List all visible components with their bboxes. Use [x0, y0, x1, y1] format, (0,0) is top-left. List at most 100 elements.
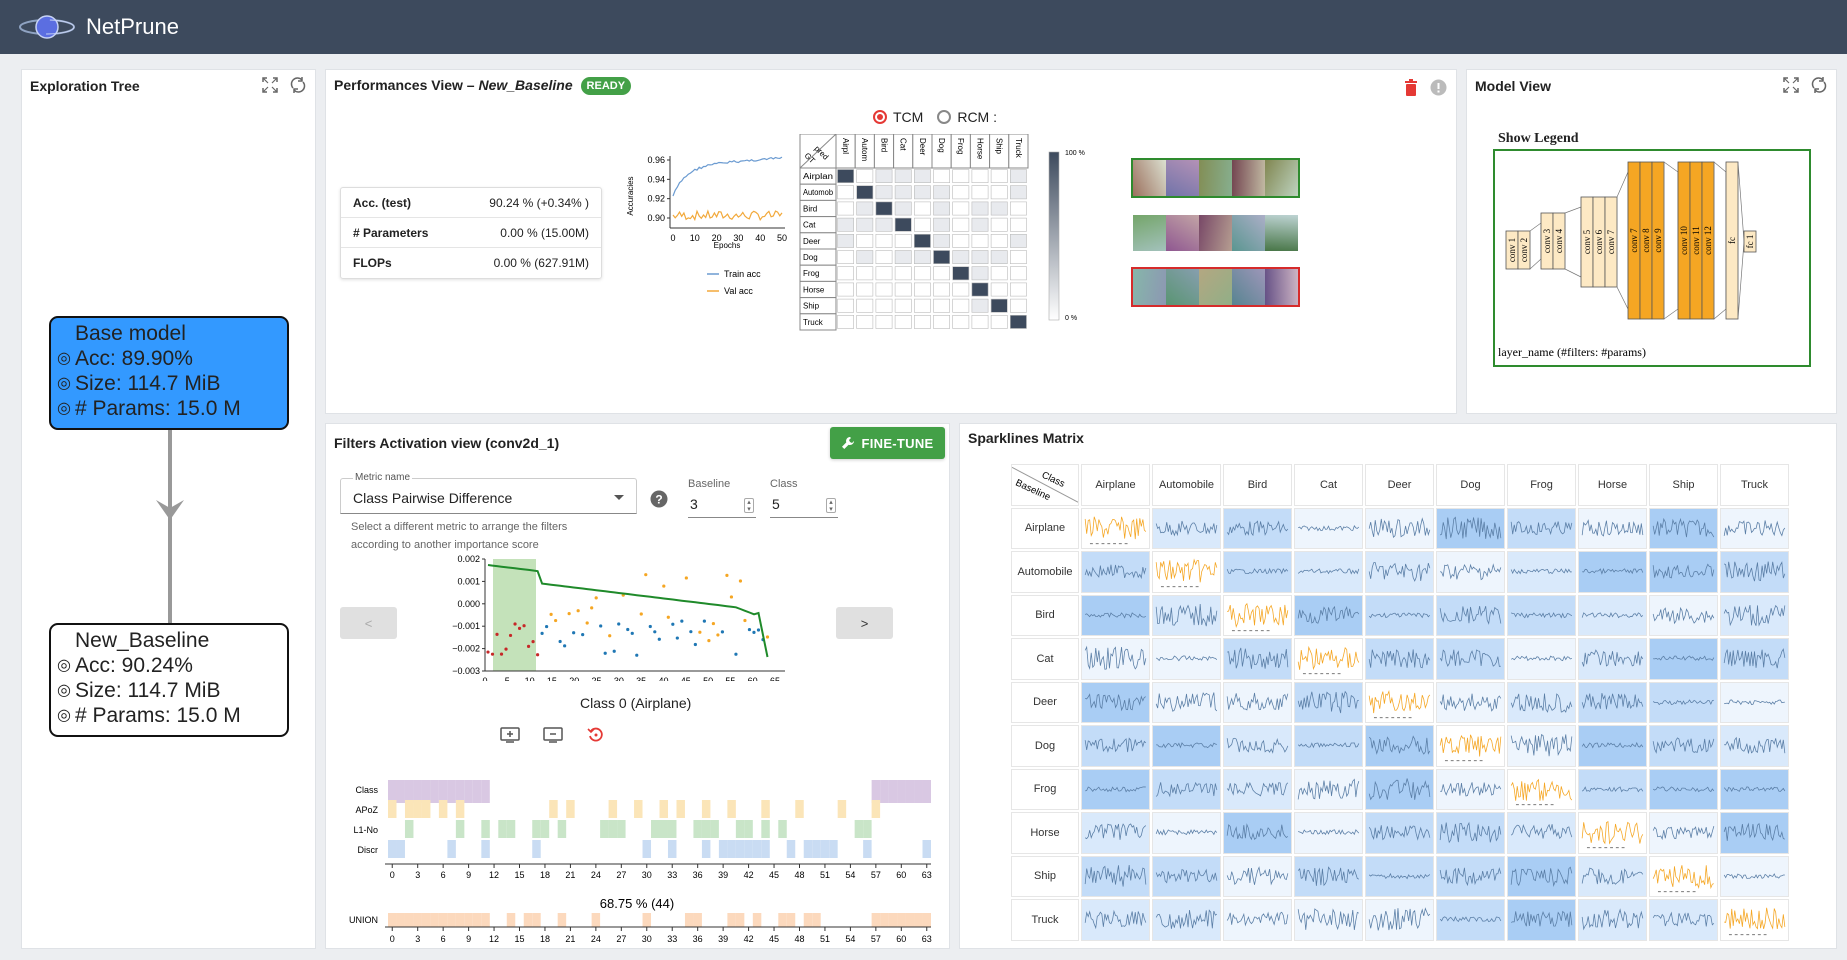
sparkline-cell[interactable] [1436, 899, 1505, 941]
sparkline-cell[interactable] [1152, 725, 1221, 767]
sample-image[interactable] [1265, 269, 1298, 305]
sparkline-cell[interactable] [1578, 899, 1647, 941]
sparkline-cell[interactable] [1294, 638, 1363, 680]
sparkline-cell[interactable] [1507, 725, 1576, 767]
sparkline-cell[interactable] [1152, 855, 1221, 897]
sparkline-cell[interactable] [1436, 725, 1505, 767]
sparkline-cell[interactable] [1649, 507, 1718, 549]
sparkline-cell[interactable] [1152, 507, 1221, 549]
sparkline-cell[interactable] [1081, 638, 1150, 680]
sparkline-cell[interactable] [1578, 551, 1647, 593]
thumbnail-strip[interactable] [1131, 267, 1300, 307]
sparkline-cell[interactable] [1649, 551, 1718, 593]
sample-image[interactable] [1265, 215, 1298, 251]
sparkline-cell[interactable] [1649, 681, 1718, 723]
sparkline-cell[interactable] [1294, 855, 1363, 897]
prev-button[interactable]: < [340, 607, 397, 639]
zoom-out-icon[interactable] [543, 726, 563, 744]
sparkline-cell[interactable] [1294, 507, 1363, 549]
sparkline-cell[interactable] [1578, 855, 1647, 897]
sparkline-cell[interactable] [1152, 638, 1221, 680]
thumbnail-strip[interactable] [1131, 213, 1300, 253]
sample-image[interactable] [1199, 269, 1232, 305]
sparkline-cell[interactable] [1436, 507, 1505, 549]
sparkline-cell[interactable] [1436, 681, 1505, 723]
sparkline-cell[interactable] [1649, 812, 1718, 854]
sparkline-cell[interactable] [1720, 899, 1789, 941]
sparkline-cell[interactable] [1649, 594, 1718, 636]
next-button[interactable]: > [836, 607, 893, 639]
sparkline-cell[interactable] [1081, 681, 1150, 723]
sample-image[interactable] [1265, 160, 1298, 196]
sparkline-cell[interactable] [1223, 681, 1292, 723]
radio-tcm-indicator[interactable] [873, 110, 887, 124]
sparkline-cell[interactable] [1436, 855, 1505, 897]
sparkline-cell[interactable] [1649, 768, 1718, 810]
sparkline-cell[interactable] [1436, 551, 1505, 593]
sample-image[interactable] [1232, 215, 1265, 251]
fine-tune-button[interactable]: FINE-TUNE [830, 427, 945, 459]
sparkline-cell[interactable] [1223, 507, 1292, 549]
sparkline-cell[interactable] [1507, 768, 1576, 810]
sparkline-cell[interactable] [1578, 725, 1647, 767]
sparkline-cell[interactable] [1081, 507, 1150, 549]
sparkline-cell[interactable] [1294, 768, 1363, 810]
spinner-icon[interactable]: ▴ ▾ [826, 498, 836, 513]
radio-rcm-indicator[interactable] [937, 110, 952, 124]
show-legend-toggle[interactable]: Show Legend [1498, 131, 1579, 147]
thumbnail-strip[interactable] [1131, 158, 1300, 198]
sparkline-cell[interactable] [1294, 899, 1363, 941]
sparkline-cell[interactable] [1294, 594, 1363, 636]
sparkline-cell[interactable] [1365, 768, 1434, 810]
help-icon[interactable]: ? [650, 490, 668, 508]
sparkline-cell[interactable] [1720, 594, 1789, 636]
sparkline-cell[interactable] [1223, 899, 1292, 941]
sparkline-cell[interactable] [1578, 681, 1647, 723]
sparkline-cell[interactable] [1507, 551, 1576, 593]
expand-icon[interactable] [1782, 76, 1800, 94]
sparkline-cell[interactable] [1720, 855, 1789, 897]
sparkline-cell[interactable] [1152, 681, 1221, 723]
info-icon[interactable] [1430, 79, 1447, 96]
sparkline-cell[interactable] [1152, 594, 1221, 636]
class-input[interactable]: 5 ▴ ▾ [770, 496, 838, 518]
sparkline-cell[interactable] [1081, 899, 1150, 941]
sparkline-cell[interactable] [1578, 594, 1647, 636]
sparkline-cell[interactable] [1223, 551, 1292, 593]
sparkline-cell[interactable] [1720, 681, 1789, 723]
sparkline-cell[interactable] [1720, 725, 1789, 767]
sparkline-cell[interactable] [1649, 855, 1718, 897]
sparkline-cell[interactable] [1152, 812, 1221, 854]
sparkline-cell[interactable] [1081, 594, 1150, 636]
sparkline-cell[interactable] [1365, 855, 1434, 897]
sparkline-cell[interactable] [1081, 768, 1150, 810]
sparkline-cell[interactable] [1436, 638, 1505, 680]
sparkline-cell[interactable] [1507, 899, 1576, 941]
sparkline-cell[interactable] [1649, 725, 1718, 767]
sparkline-cell[interactable] [1507, 681, 1576, 723]
sparkline-cell[interactable] [1507, 594, 1576, 636]
sparkline-cell[interactable] [1720, 551, 1789, 593]
sparkline-cell[interactable] [1081, 551, 1150, 593]
sparkline-cell[interactable] [1365, 725, 1434, 767]
sparkline-cell[interactable] [1436, 594, 1505, 636]
sparkline-cell[interactable] [1365, 594, 1434, 636]
sparkline-cell[interactable] [1507, 507, 1576, 549]
sparkline-cell[interactable] [1223, 725, 1292, 767]
sparkline-cell[interactable] [1720, 768, 1789, 810]
sparkline-cell[interactable] [1294, 725, 1363, 767]
sparkline-cell[interactable] [1294, 812, 1363, 854]
sparkline-cell[interactable] [1720, 507, 1789, 549]
sparkline-cell[interactable] [1436, 768, 1505, 810]
sparkline-cell[interactable] [1436, 812, 1505, 854]
sparkline-cell[interactable] [1720, 812, 1789, 854]
sparkline-cell[interactable] [1365, 899, 1434, 941]
sparkline-cell[interactable] [1152, 551, 1221, 593]
sparkline-cell[interactable] [1578, 812, 1647, 854]
sparkline-cell[interactable] [1081, 725, 1150, 767]
sample-image[interactable] [1166, 269, 1199, 305]
radio-rcm[interactable]: RCM : [937, 109, 997, 125]
sample-image[interactable] [1232, 269, 1265, 305]
sparkline-cell[interactable] [1365, 551, 1434, 593]
sample-image[interactable] [1133, 160, 1166, 196]
